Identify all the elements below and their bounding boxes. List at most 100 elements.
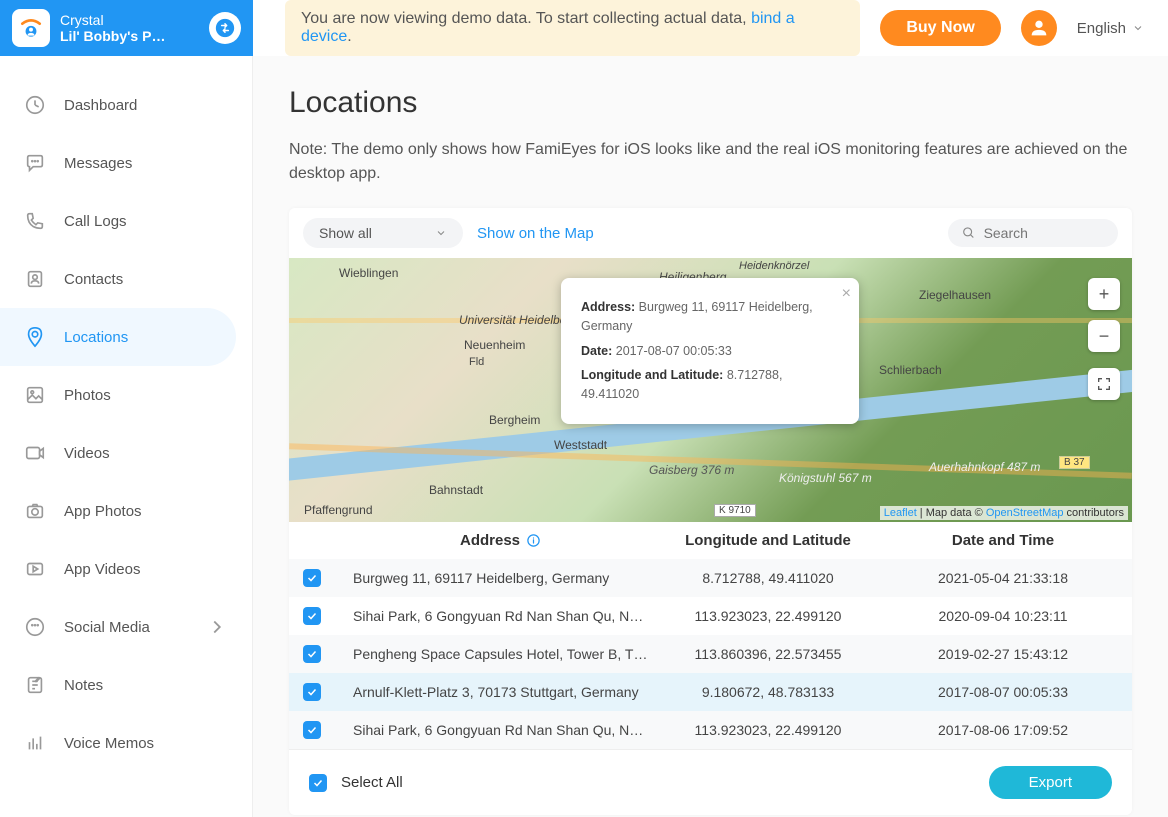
table-row[interactable]: Arnulf-Klett-Platz 3, 70173 Stuttgart, G… — [289, 673, 1132, 711]
sidebar-item-contacts[interactable]: Contacts — [0, 250, 252, 308]
row-checkbox[interactable] — [303, 607, 321, 625]
sidebar-item-photos[interactable]: Photos — [0, 366, 252, 424]
select-all-checkbox[interactable]: Select All — [309, 774, 403, 792]
filter-dropdown[interactable]: Show all — [303, 218, 463, 248]
swap-device-button[interactable] — [209, 12, 241, 44]
sidebar-item-social-media[interactable]: Social Media — [0, 598, 252, 656]
row-coords: 113.860396, 22.573455 — [648, 646, 888, 662]
page-title: Locations — [289, 86, 1132, 120]
fullscreen-button[interactable] — [1088, 368, 1120, 400]
sidebar-item-label: Messages — [64, 155, 132, 172]
locations-icon — [24, 326, 46, 348]
row-coords: 9.180672, 48.783133 — [648, 684, 888, 700]
filter-label: Show all — [319, 225, 372, 241]
account-name: Crystal — [60, 12, 209, 28]
info-icon[interactable] — [526, 533, 541, 548]
sidebar-item-call-logs[interactable]: Call Logs — [0, 192, 252, 250]
locations-card: Show all Show on the Map Wieblingen Univ… — [289, 208, 1132, 815]
sidebar-item-label: Photos — [64, 387, 111, 404]
row-date: 2017-08-06 17:09:52 — [888, 722, 1118, 738]
demo-banner-text: You are now viewing demo data. To start … — [301, 10, 751, 27]
fullscreen-icon — [1096, 376, 1112, 392]
photos-icon — [24, 384, 46, 406]
messages-icon — [24, 152, 46, 174]
app-photos-icon — [24, 500, 46, 522]
sidebar-item-label: Dashboard — [64, 97, 137, 114]
sidebar-item-label: Call Logs — [64, 213, 127, 230]
voice-memos-icon — [24, 732, 46, 754]
row-checkbox[interactable] — [303, 721, 321, 739]
contacts-icon — [24, 268, 46, 290]
search-box[interactable] — [948, 219, 1118, 247]
map-attribution: Leaflet | Map data © OpenStreetMap contr… — [880, 506, 1128, 520]
table-row[interactable]: Burgweg 11, 69117 Heidelberg, Germany8.7… — [289, 559, 1132, 597]
sidebar-item-voice-memos[interactable]: Voice Memos — [0, 714, 252, 772]
sidebar-item-label: Social Media — [64, 619, 150, 636]
col-coords: Longitude and Latitude — [648, 532, 888, 549]
videos-icon — [24, 442, 46, 464]
sidebar-item-videos[interactable]: Videos — [0, 424, 252, 482]
account-avatar-button[interactable] — [1021, 10, 1057, 46]
row-coords: 113.923023, 22.499120 — [648, 722, 888, 738]
sidebar-item-label: Voice Memos — [64, 735, 154, 752]
row-address: Burgweg 11, 69117 Heidelberg, Germany — [353, 570, 648, 586]
language-label: English — [1077, 20, 1126, 37]
col-date: Date and Time — [888, 532, 1118, 549]
table-row[interactable]: Sihai Park, 6 Gongyuan Rd Nan Shan Qu, N… — [289, 711, 1132, 749]
chevron-down-icon — [1132, 22, 1144, 34]
sidebar-item-dashboard[interactable]: Dashboard — [0, 76, 252, 134]
brand-box: Crystal Lil' Bobby's P… — [0, 0, 253, 56]
row-address: Arnulf-Klett-Platz 3, 70173 Stuttgart, G… — [353, 684, 648, 700]
sidebar-item-label: Videos — [64, 445, 110, 462]
sidebar-item-label: Locations — [64, 329, 128, 346]
sidebar-item-label: App Videos — [64, 561, 140, 578]
chevron-down-icon — [435, 227, 447, 239]
map[interactable]: Wieblingen Universität Heidelberg Neuenh… — [289, 258, 1132, 522]
row-address: Sihai Park, 6 Gongyuan Rd Nan Shan Qu, N… — [353, 608, 648, 624]
zoom-out-button[interactable]: − — [1088, 320, 1120, 352]
row-checkbox[interactable] — [303, 683, 321, 701]
device-name: Lil' Bobby's P… — [60, 28, 209, 44]
sidebar-item-label: App Photos — [64, 503, 142, 520]
row-checkbox[interactable] — [303, 645, 321, 663]
row-date: 2019-02-27 15:43:12 — [888, 646, 1118, 662]
row-address: Sihai Park, 6 Gongyuan Rd Nan Shan Qu, N… — [353, 722, 648, 738]
sidebar: Dashboard Messages Call Logs Contacts Locati… — [0, 56, 253, 817]
table-row[interactable]: Sihai Park, 6 Gongyuan Rd Nan Shan Qu, N… — [289, 597, 1132, 635]
chevron-right-icon — [206, 616, 228, 638]
map-popup: × Address: Burgweg 11, 69117 Heidelberg,… — [561, 278, 859, 424]
col-address: Address — [460, 532, 520, 549]
demo-banner: You are now viewing demo data. To start … — [285, 0, 860, 56]
buy-now-button[interactable]: Buy Now — [880, 10, 1000, 46]
language-select[interactable]: English — [1077, 20, 1144, 37]
export-button[interactable]: Export — [989, 766, 1112, 799]
table-header: Address Longitude and Latitude Date and … — [289, 522, 1132, 559]
dashboard-icon — [24, 94, 46, 116]
search-input[interactable] — [984, 225, 1104, 241]
row-date: 2020-09-04 10:23:11 — [888, 608, 1118, 624]
page-note: Note: The demo only shows how FamiEyes f… — [289, 138, 1132, 186]
row-checkbox[interactable] — [303, 569, 321, 587]
notes-icon — [24, 674, 46, 696]
sidebar-item-locations[interactable]: Locations — [0, 308, 236, 366]
row-date: 2021-05-04 21:33:18 — [888, 570, 1118, 586]
sidebar-item-label: Contacts — [64, 271, 123, 288]
sidebar-item-app-photos[interactable]: App Photos — [0, 482, 252, 540]
app-videos-icon — [24, 558, 46, 580]
zoom-in-button[interactable]: + — [1088, 278, 1120, 310]
row-coords: 8.712788, 49.411020 — [648, 570, 888, 586]
social-media-icon — [24, 616, 46, 638]
select-all-label: Select All — [341, 774, 403, 791]
sidebar-item-app-videos[interactable]: App Videos — [0, 540, 252, 598]
main-content: Locations Note: The demo only shows how … — [253, 56, 1168, 817]
brand-logo — [12, 9, 50, 47]
row-address: Pengheng Space Capsules Hotel, Tower B, … — [353, 646, 648, 662]
call-logs-icon — [24, 210, 46, 232]
search-icon — [962, 225, 976, 241]
sidebar-item-notes[interactable]: Notes — [0, 656, 252, 714]
sidebar-item-messages[interactable]: Messages — [0, 134, 252, 192]
close-icon[interactable]: × — [842, 282, 851, 306]
show-on-map-link[interactable]: Show on the Map — [477, 225, 594, 242]
row-date: 2017-08-07 00:05:33 — [888, 684, 1118, 700]
table-row[interactable]: Pengheng Space Capsules Hotel, Tower B, … — [289, 635, 1132, 673]
